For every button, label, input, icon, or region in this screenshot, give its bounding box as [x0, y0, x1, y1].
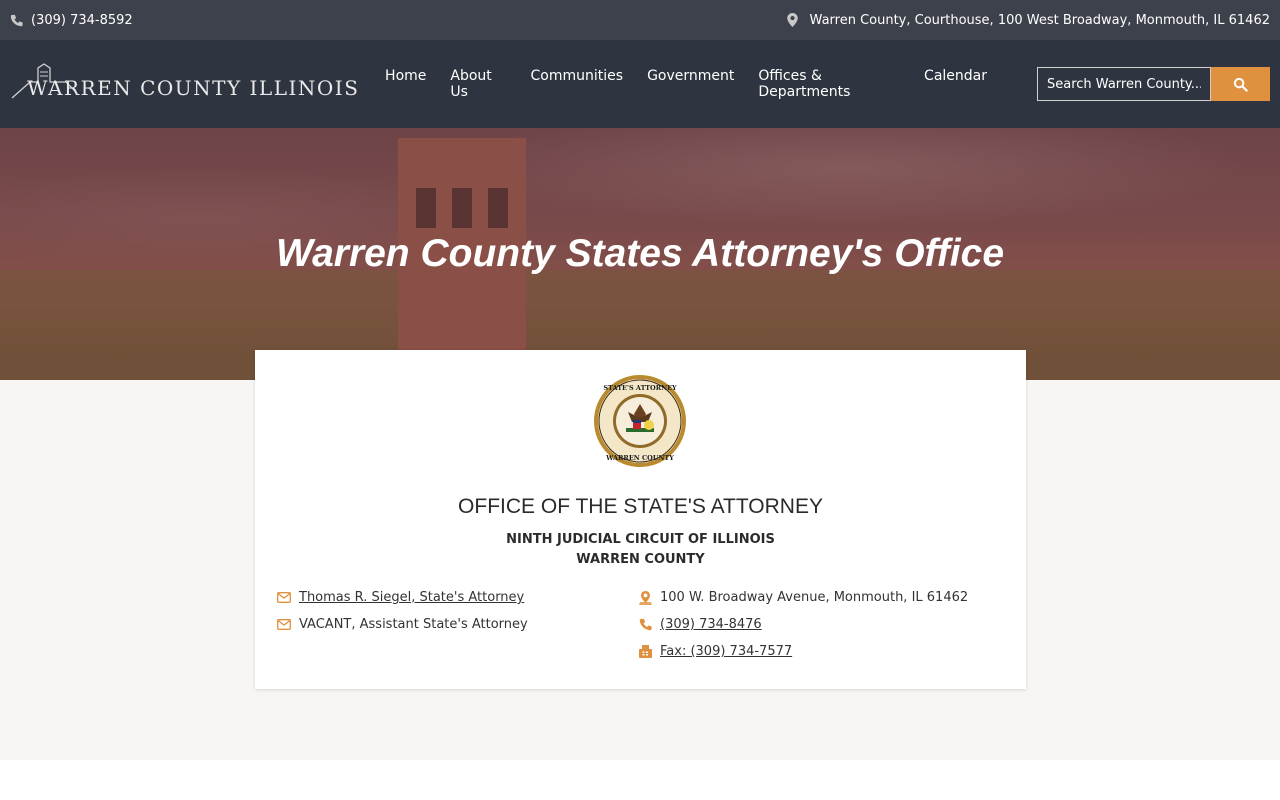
nav-offices-departments[interactable]: Offices & Departments [746, 68, 912, 100]
office-phone-link[interactable]: (309) 734-8476 [660, 617, 762, 632]
topbar-address-text: Warren County, Courthouse, 100 West Broa… [809, 12, 1270, 28]
envelope-icon [277, 619, 291, 630]
office-address-text: 100 W. Broadway Avenue, Monmouth, IL 614… [660, 590, 969, 605]
topbar-phone-text: (309) 734-8592 [31, 12, 133, 28]
map-pin-icon [786, 13, 798, 27]
logo-text: WARREN COUNTY ILLINOIS [27, 76, 360, 100]
hero-banner: Warren County States Attorney's Office [0, 128, 1280, 380]
contact-states-attorney: Thomas R. Siegel, State's Attorney [277, 590, 524, 605]
nav-calendar[interactable]: Calendar [912, 68, 999, 100]
nav-about-us[interactable]: About Us [438, 68, 518, 100]
seal-bottom-text: WARREN COUNTY [605, 454, 674, 462]
contact-assistant-attorney: VACANT, Assistant State's Attorney [277, 617, 528, 632]
site-logo[interactable]: WARREN COUNTY ILLINOIS [10, 54, 358, 114]
contact-address: 100 W. Broadway Avenue, Monmouth, IL 614… [639, 590, 968, 605]
page-title: Warren County States Attorney's Office [275, 232, 1005, 275]
office-fax-link[interactable]: Fax: (309) 734-7577 [660, 644, 792, 659]
phone-icon [639, 618, 652, 631]
seal-top-text: STATE'S ATTORNEY [603, 384, 677, 392]
nav-home[interactable]: Home [373, 68, 438, 100]
office-subtitle-circuit: NINTH JUDICIAL CIRCUIT OF ILLINOIS [506, 532, 775, 547]
office-subtitle-county: WARREN COUNTY [576, 552, 705, 567]
topbar-address: Warren County, Courthouse, 100 West Broa… [786, 12, 1270, 28]
main-nav: Home About Us Communities Government Off… [373, 68, 999, 100]
top-bar: (309) 734-8592 Warren County, Courthouse… [0, 0, 1280, 40]
map-pin-icon [639, 590, 652, 605]
office-title: OFFICE OF THE STATE'S ATTORNEY [458, 495, 823, 518]
nav-government[interactable]: Government [635, 68, 746, 100]
assistant-attorney-text: VACANT, Assistant State's Attorney [299, 617, 528, 632]
topbar-phone[interactable]: (309) 734-8592 [10, 13, 133, 28]
contact-phone: (309) 734-8476 [639, 617, 762, 632]
nav-communities[interactable]: Communities [519, 68, 636, 100]
search-icon [1233, 77, 1248, 92]
main-content: STATE'S ATTORNEY WARREN COUNTY OFFICE OF… [0, 350, 1280, 760]
fax-icon [639, 645, 652, 658]
site-header: WARREN COUNTY ILLINOIS Home About Us Com… [0, 40, 1280, 128]
envelope-icon [277, 592, 291, 603]
search-form [1037, 67, 1270, 101]
states-attorney-link[interactable]: Thomas R. Siegel, State's Attorney [299, 590, 524, 605]
search-input[interactable] [1037, 67, 1211, 101]
states-attorney-seal-icon: STATE'S ATTORNEY WARREN COUNTY [594, 375, 686, 467]
office-info-card: STATE'S ATTORNEY WARREN COUNTY OFFICE OF… [255, 350, 1026, 689]
contact-fax: Fax: (309) 734-7577 [639, 644, 792, 659]
search-button[interactable] [1211, 67, 1270, 101]
phone-icon [10, 14, 23, 26]
